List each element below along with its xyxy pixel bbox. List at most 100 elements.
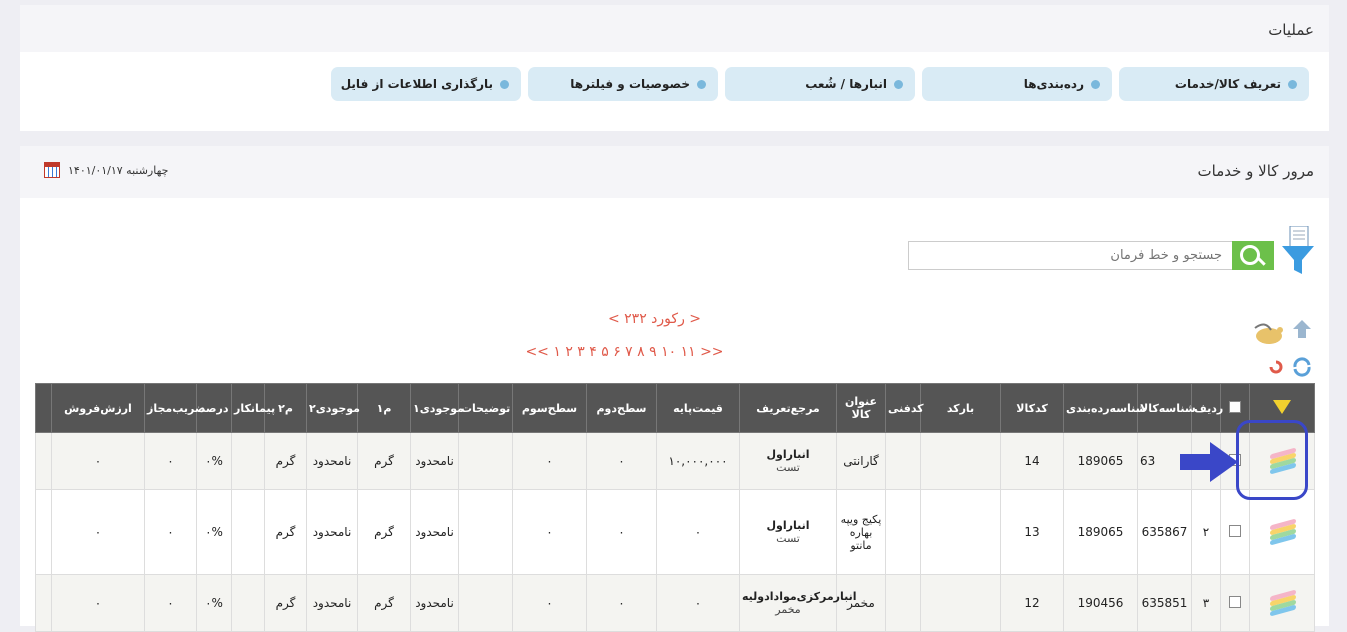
col-category-id[interactable]: شناسه‌رده‌بندی (1063, 383, 1146, 433)
search-input[interactable] (908, 241, 1232, 270)
cell-barcode (920, 574, 1001, 632)
row-checkbox[interactable] (1229, 595, 1241, 608)
table-row[interactable]: ۰ ۰ ۰% گرم نامحدود گرم نامحدود ۰ ۰ ۱۰,۰۰… (35, 432, 1315, 490)
reference-sub: مخمر (775, 603, 801, 616)
cell-inventory2: نامحدود (306, 432, 358, 490)
cell-item-code: 13 (1000, 489, 1064, 575)
undo-icon[interactable] (1267, 358, 1285, 376)
cell-inventory1: نامحدود (410, 489, 459, 575)
cell-base-price: ۰ (656, 574, 740, 632)
calendar-icon[interactable] (44, 162, 60, 178)
cell-barcode (920, 489, 1001, 575)
row-checkbox[interactable] (1229, 524, 1241, 537)
funnel-filter-icon[interactable] (1282, 226, 1314, 276)
search-button[interactable] (1232, 241, 1274, 270)
cell-inventory2: نامحدود (306, 574, 358, 632)
tab-define-goods[interactable]: تعریف کالا/خدمات (1119, 67, 1309, 101)
cell-spacer (35, 489, 52, 575)
cell-tech-code (885, 432, 921, 490)
cell-unit1: گرم (357, 574, 411, 632)
bullet-icon (1091, 80, 1100, 89)
cell-reference: انباراول تست (739, 489, 837, 575)
cell-row-number: ۲ (1191, 489, 1221, 575)
col-reference[interactable]: مرجع‌تعریف (739, 383, 837, 433)
bullet-icon (500, 80, 509, 89)
cell-checkbox (1220, 489, 1250, 575)
operations-tabs: تعریف کالا/خدمات رده‌بندی‌ها انبارها / ش… (330, 67, 1309, 101)
cell-checkbox (1220, 574, 1250, 632)
pagination[interactable]: << ۱ ۲ ۳ ۴ ۵ ۶ ۷ ۸ ۹ ۱۰ ۱۱ >> (0, 344, 1279, 360)
operations-title: عملیات (1268, 21, 1314, 39)
cell-row-number: ۳ (1191, 574, 1221, 632)
magnifier-icon (1240, 245, 1260, 265)
col-coefficient[interactable]: ضریب‌مجاز (144, 383, 205, 433)
col-level3[interactable]: سطح‌سوم (512, 383, 587, 433)
cell-base-price: ۰ (656, 489, 740, 575)
col-unit1[interactable]: م۱ (357, 383, 411, 433)
sort-triangle-icon[interactable] (1273, 399, 1291, 414)
cell-level2: ۰ (586, 574, 657, 632)
col-tech-code[interactable]: کدفنی (885, 383, 924, 433)
table-header-row: ارزش‌فروش ضریب‌مجاز درصد پیمانکار م۲ موج… (35, 383, 1315, 433)
tab-warehouses[interactable]: انبارها / شُعب (725, 67, 915, 101)
cell-category-id: 189065 (1063, 489, 1138, 575)
col-contractor[interactable]: پیمانکار (231, 383, 275, 433)
col-base-price[interactable]: قیمت‌پایه (656, 383, 740, 433)
cell-tech-code (885, 574, 921, 632)
cell-contractor (231, 432, 265, 490)
cell-spacer (35, 432, 52, 490)
col-description[interactable]: توضیحات (458, 383, 513, 433)
col-barcode[interactable]: بارکد (920, 383, 1001, 433)
select-all-checkbox[interactable] (1229, 400, 1241, 413)
cell-reference: انباراول تست (739, 432, 837, 490)
operations-panel: عملیات تعریف کالا/خدمات رده‌بندی‌ها انبا… (20, 5, 1329, 131)
col-item-code[interactable]: کدکالا (1000, 383, 1064, 433)
refresh-icon[interactable] (1291, 356, 1313, 378)
cell-category-id: 189065 (1063, 432, 1138, 490)
col-item-id[interactable]: شناسه‌کالا (1137, 383, 1196, 433)
cell-base-price: ۱۰,۰۰۰,۰۰۰ (656, 432, 740, 490)
col-sales-value[interactable]: ارزش‌فروش (51, 383, 145, 433)
tab-properties-filters[interactable]: خصوصیات و فیلترها (528, 67, 718, 101)
cell-percent: ۰% (196, 432, 232, 490)
col-inventory1[interactable]: موجودی۱ (410, 383, 464, 433)
goods-table: ارزش‌فروش ضریب‌مجاز درصد پیمانکار م۲ موج… (35, 383, 1315, 632)
bullet-icon (894, 80, 903, 89)
col-inventory2[interactable]: موجودی۲ (306, 383, 360, 433)
cell-unit2: گرم (264, 489, 307, 575)
cell-level3: ۰ (512, 432, 587, 490)
cell-spacer (35, 574, 52, 632)
bird-icon[interactable] (1251, 318, 1287, 346)
tab-categories[interactable]: رده‌بندی‌ها (922, 67, 1112, 101)
cell-category-id: 190456 (1063, 574, 1138, 632)
reference-main: انبارمرکزی‌موادادولیه (742, 590, 857, 603)
cell-unit1: گرم (357, 432, 411, 490)
cell-row-icon (1249, 574, 1315, 632)
col-item-title[interactable]: عنوان کالا (836, 383, 886, 433)
cell-coefficient: ۰ (144, 432, 197, 490)
cell-reference: انبارمرکزی‌موادادولیه مخمر (739, 574, 857, 632)
col-row-number[interactable]: ردیف (1191, 383, 1223, 433)
table-row[interactable]: ۰ ۰ ۰% گرم نامحدود گرم نامحدود ۰ ۰ ۰ انب… (35, 489, 1315, 575)
row-edit-icon[interactable] (1268, 589, 1296, 616)
cell-percent: ۰% (196, 489, 232, 575)
row-edit-icon[interactable] (1268, 518, 1296, 545)
header-spacer (35, 383, 52, 433)
cell-level2: ۰ (586, 432, 657, 490)
browse-header: مرور کالا و خدمات چهارشنبه ۱۴۰۱/۰۱/۱۷ (20, 146, 1329, 198)
cell-contractor (231, 574, 265, 632)
tab-import-file[interactable]: بارگذاری اطلاعات از فایل (331, 67, 521, 101)
col-percent[interactable]: درصد (196, 383, 232, 433)
cell-unit2: گرم (264, 574, 307, 632)
bullet-icon (1288, 80, 1297, 89)
cell-coefficient: ۰ (144, 574, 197, 632)
col-level2[interactable]: سطح‌دوم (586, 383, 657, 433)
search-bar (906, 241, 1274, 272)
home-up-icon[interactable] (1291, 318, 1313, 340)
reference-sub: تست (776, 461, 800, 474)
table-row[interactable]: ۰ ۰ ۰% گرم نامحدود گرم نامحدود ۰ ۰ ۰ انب… (35, 574, 1315, 632)
cell-sales-value: ۰ (51, 574, 145, 632)
cell-inventory1: نامحدود (410, 432, 459, 490)
cell-percent: ۰% (196, 574, 232, 632)
cell-inventory1: نامحدود (410, 574, 459, 632)
